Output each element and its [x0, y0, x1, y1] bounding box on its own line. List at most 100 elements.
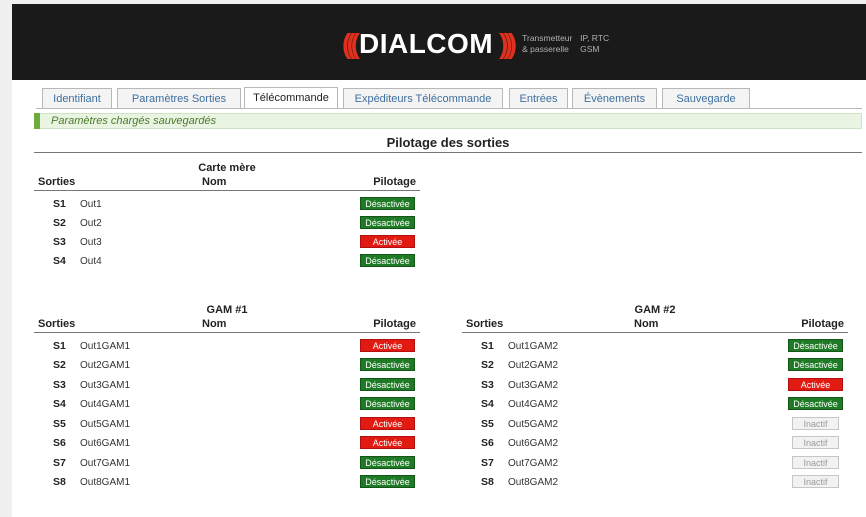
tab-sauvegarde[interactable]: Sauvegarde [662, 88, 750, 108]
table-row: S4 Out4 Désactivée [34, 251, 420, 270]
table-row: S3 Out3GAM1 Désactivée [34, 375, 420, 394]
table-title: GAM #2 [634, 304, 676, 316]
output-name: Out2GAM1 [80, 360, 131, 371]
table-row: S8 Out8GAM1 Désactivée [34, 472, 420, 491]
output-name: Out3 [80, 237, 102, 248]
output-id: S7 [481, 457, 494, 469]
table-row: S4 Out4GAM2 Désactivée [462, 394, 848, 413]
notice-text: Paramètres chargés sauvegardés [51, 115, 217, 127]
output-id: S2 [481, 359, 494, 371]
toggle-button[interactable]: Activée [360, 417, 415, 430]
col-pilotage: Pilotage [373, 176, 416, 188]
toggle-button-disabled: Inactif [792, 456, 839, 469]
table-gam1: GAM #1 Sorties Nom Pilotage S1 Out1GAM1 Ac… [34, 304, 420, 494]
output-name: Out3GAM1 [80, 380, 131, 391]
header-divider [462, 332, 848, 333]
brand-tagline: Transmetteur IP, RTC & passerelle GSM [522, 33, 610, 54]
tab-parametres-sorties[interactable]: Paramètres Sorties [117, 88, 241, 108]
col-pilotage: Pilotage [373, 318, 416, 330]
col-pilotage: Pilotage [801, 318, 844, 330]
output-id: S4 [53, 255, 66, 267]
toggle-button[interactable]: Activée [360, 339, 415, 352]
output-name: Out5GAM2 [508, 419, 559, 430]
toggle-button[interactable]: Désactivée [788, 339, 843, 352]
output-id: S8 [481, 476, 494, 488]
toggle-button-disabled: Inactif [792, 417, 839, 430]
header-divider [34, 332, 420, 333]
col-sorties: Sorties [38, 176, 76, 188]
table-row: S2 Out2 Désactivée [34, 213, 420, 232]
output-name: Out8GAM1 [80, 477, 131, 488]
output-name: Out4GAM1 [80, 399, 131, 410]
table-row: S7 Out7GAM2 Inactif [462, 453, 848, 472]
output-name: Out4 [80, 256, 102, 267]
toggle-button[interactable]: Désactivée [360, 456, 415, 469]
toggle-button[interactable]: Désactivée [360, 358, 415, 371]
output-name: Out5GAM1 [80, 419, 131, 430]
toggle-button[interactable]: Désactivée [788, 397, 843, 410]
table-header: Sorties Nom Pilotage [34, 176, 420, 190]
toggle-button[interactable]: Activée [788, 378, 843, 391]
table-gam2: GAM #2 Sorties Nom Pilotage S1 Out1GAM2 Dé… [462, 304, 848, 494]
col-sorties: Sorties [38, 318, 76, 330]
tab-entrees[interactable]: Entrées [509, 88, 568, 108]
tab-identifiant[interactable]: Identifiant [42, 88, 112, 108]
table-row: S5 Out5GAM2 Inactif [462, 414, 848, 433]
table-row: S4 Out4GAM1 Désactivée [34, 394, 420, 413]
output-name: Out7GAM2 [508, 458, 559, 469]
output-name: Out8GAM2 [508, 477, 559, 488]
signal-left-icon: ((( [342, 28, 360, 59]
table-row: S8 Out8GAM2 Inactif [462, 472, 848, 491]
output-id: S2 [53, 217, 66, 229]
toggle-button-disabled: Inactif [792, 475, 839, 488]
output-id: S1 [53, 198, 66, 210]
tab-expediteurs-telecommande[interactable]: Expéditeurs Télécommande [343, 88, 503, 108]
toggle-button[interactable]: Désactivée [360, 475, 415, 488]
toggle-button[interactable]: Activée [360, 436, 415, 449]
dialcom-logo: ((( DIALCOM ))) Transmetteur IP, RTC & pa… [342, 28, 609, 60]
table-row: S7 Out7GAM1 Désactivée [34, 453, 420, 472]
table-header: Sorties Nom Pilotage [462, 318, 848, 332]
tab-divider [36, 108, 862, 109]
table-row: S1 Out1GAM2 Désactivée [462, 336, 848, 355]
toggle-button[interactable]: Désactivée [360, 197, 415, 210]
toggle-button[interactable]: Désactivée [360, 254, 415, 267]
table-row: S3 Out3 Activée [34, 232, 420, 251]
output-id: S5 [481, 418, 494, 430]
table-header: Sorties Nom Pilotage [34, 318, 420, 332]
toggle-button[interactable]: Désactivée [788, 358, 843, 371]
notice-marker [34, 113, 40, 129]
section-divider [34, 152, 862, 153]
output-id: S3 [53, 236, 66, 248]
output-id: S4 [53, 398, 66, 410]
output-id: S8 [53, 476, 66, 488]
output-name: Out2 [80, 218, 102, 229]
col-nom: Nom [202, 176, 227, 188]
toggle-button[interactable]: Activée [360, 235, 415, 248]
table-row: S3 Out3GAM2 Activée [462, 375, 848, 394]
toggle-button[interactable]: Désactivée [360, 378, 415, 391]
table-row: S2 Out2GAM2 Désactivée [462, 355, 848, 374]
table-row: S1 Out1 Désactivée [34, 194, 420, 213]
toggle-button-disabled: Inactif [792, 436, 839, 449]
output-name: Out7GAM1 [80, 458, 131, 469]
brand-name: DIALCOM [358, 28, 494, 59]
output-name: Out1 [80, 199, 102, 210]
output-id: S3 [481, 379, 494, 391]
table-title: GAM #1 [206, 304, 248, 316]
toggle-button[interactable]: Désactivée [360, 397, 415, 410]
col-nom: Nom [634, 318, 659, 330]
tab-evenements[interactable]: Évènements [572, 88, 657, 108]
output-id: S2 [53, 359, 66, 371]
page: ((( DIALCOM ))) Transmetteur IP, RTC & pa… [12, 4, 866, 517]
signal-right-icon: ))) [499, 28, 517, 59]
toggle-button[interactable]: Désactivée [360, 216, 415, 229]
col-sorties: Sorties [466, 318, 504, 330]
table-row: S5 Out5GAM1 Activée [34, 414, 420, 433]
output-id: S7 [53, 457, 66, 469]
tab-telecommande[interactable]: Télécommande [244, 87, 338, 109]
output-name: Out2GAM2 [508, 360, 559, 371]
output-id: S1 [481, 340, 494, 352]
output-name: Out1GAM2 [508, 341, 559, 352]
output-id: S1 [53, 340, 66, 352]
